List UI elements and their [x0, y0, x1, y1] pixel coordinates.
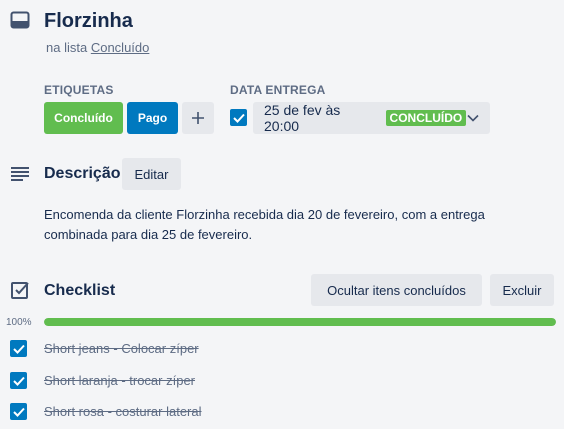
progress-bar [44, 318, 556, 326]
checklist-icon [10, 280, 30, 300]
checklist-item-checkbox[interactable] [10, 340, 27, 357]
progress-bar-fill [44, 318, 556, 326]
checkmark-icon [12, 407, 25, 417]
card-list-info: na lista Concluído [46, 40, 149, 56]
checkmark-icon [12, 344, 25, 354]
description-text[interactable]: Encomenda da cliente Florzinha recebida … [44, 205, 544, 245]
add-label-button[interactable] [182, 102, 214, 134]
checklist-item-text[interactable]: Short laranja - trocar zíper [44, 373, 195, 389]
plus-icon [192, 112, 204, 124]
checklist-heading: Checklist [44, 282, 116, 299]
checklist-item-text[interactable]: Short jeans - Colocar zíper [44, 341, 199, 357]
due-complete-checkbox[interactable] [230, 109, 247, 126]
chevron-down-icon [466, 111, 480, 125]
checklist-item-checkbox[interactable] [10, 403, 27, 420]
description-icon [10, 166, 30, 182]
progress-percentage: 100% [6, 317, 32, 328]
description-heading: Descrição [44, 165, 121, 182]
checkmark-icon [12, 376, 25, 386]
due-date-button[interactable]: 25 de fev às 20:00 CONCLUÍDO [253, 102, 490, 134]
list-link[interactable]: Concluído [91, 40, 150, 55]
card-icon [10, 11, 30, 29]
hide-checked-items-button[interactable]: Ocultar itens concluídos [311, 274, 482, 306]
checklist-item-text[interactable]: Short rosa - costurar lateral [44, 404, 202, 420]
checklist-item-checkbox[interactable] [10, 372, 27, 389]
checkmark-icon [232, 113, 245, 123]
due-date-text: 25 de fev às 20:00 [264, 102, 341, 134]
label-concluido[interactable]: Concluído [44, 102, 123, 134]
label-pago[interactable]: Pago [127, 102, 178, 134]
edit-description-button[interactable]: Editar [122, 158, 181, 190]
list-prefix: na lista [46, 40, 88, 55]
due-status-badge: CONCLUÍDO [385, 110, 467, 126]
labels-heading: ETIQUETAS [44, 83, 114, 97]
card-title[interactable]: Florzinha [44, 8, 133, 34]
due-date-heading: DATA ENTREGA [230, 83, 326, 97]
delete-checklist-button[interactable]: Excluir [490, 274, 554, 306]
